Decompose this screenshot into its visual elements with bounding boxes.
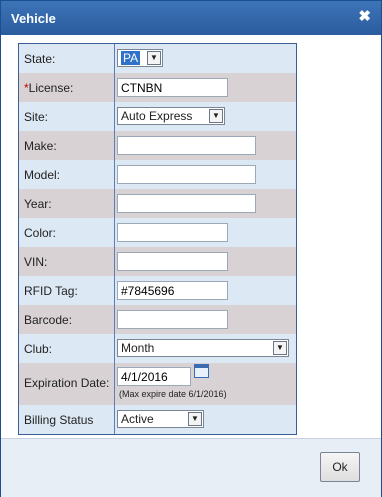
rfid-label: RFID Tag: xyxy=(24,284,78,298)
vehicle-dialog: Vehicle ✖ State: PA ▼ *License: Site: Au… xyxy=(0,0,382,497)
column-divider xyxy=(114,363,115,405)
make-input[interactable] xyxy=(117,136,256,155)
dialog-title: Vehicle xyxy=(11,11,56,26)
column-divider xyxy=(114,305,115,334)
column-divider xyxy=(114,102,115,131)
site-label: Site: xyxy=(24,110,49,124)
chevron-down-icon: ▼ xyxy=(273,341,287,355)
vin-label: VIN: xyxy=(24,255,48,269)
expiration-date-input[interactable] xyxy=(117,367,191,386)
barcode-row: Barcode: xyxy=(19,305,296,334)
column-divider xyxy=(114,131,115,160)
column-divider xyxy=(114,218,115,247)
color-row: Color: xyxy=(19,218,296,247)
rfid-input[interactable] xyxy=(117,281,228,300)
model-input[interactable] xyxy=(117,165,256,184)
vin-row: VIN: xyxy=(19,247,296,276)
expiration-hint: (Max expire date 6/1/2016) xyxy=(119,389,227,399)
billing-label: Billing Status xyxy=(24,413,94,427)
chevron-down-icon: ▼ xyxy=(188,412,202,426)
column-divider xyxy=(114,247,115,276)
make-label: Make: xyxy=(24,139,57,153)
billing-select[interactable]: Active ▼ xyxy=(117,410,204,428)
state-row: State: PA ▼ xyxy=(19,44,296,73)
close-icon[interactable]: ✖ xyxy=(358,9,371,25)
state-select[interactable]: PA ▼ xyxy=(117,49,163,67)
state-label: State: xyxy=(24,52,56,66)
expiration-row: Expiration Date: (Max expire date 6/1/20… xyxy=(19,363,296,405)
year-input[interactable] xyxy=(117,194,256,213)
license-row: *License: xyxy=(19,73,296,102)
dialog-titlebar: Vehicle ✖ xyxy=(1,1,381,35)
barcode-input[interactable] xyxy=(117,310,228,329)
rfid-row: RFID Tag: xyxy=(19,276,296,305)
ok-button[interactable]: Ok xyxy=(320,452,360,482)
column-divider xyxy=(114,276,115,305)
model-row: Model: xyxy=(19,160,296,189)
calendar-icon[interactable] xyxy=(194,364,209,378)
club-select[interactable]: Month ▼ xyxy=(117,339,289,357)
club-row: Club: Month ▼ xyxy=(19,334,296,363)
expiration-label: Expiration Date: xyxy=(24,376,110,390)
column-divider xyxy=(114,44,115,73)
license-label-text: License: xyxy=(28,81,74,95)
barcode-label: Barcode: xyxy=(24,313,73,327)
column-divider xyxy=(114,189,115,218)
state-value: PA xyxy=(121,51,141,65)
site-value: Auto Express xyxy=(121,109,193,123)
vin-input[interactable] xyxy=(117,252,228,271)
column-divider xyxy=(114,73,115,102)
color-input[interactable] xyxy=(117,223,228,242)
license-input[interactable] xyxy=(117,78,228,97)
color-label: Color: xyxy=(24,226,57,240)
year-row: Year: xyxy=(19,189,296,218)
year-label: Year: xyxy=(24,197,52,211)
site-select[interactable]: Auto Express ▼ xyxy=(117,107,225,125)
chevron-down-icon: ▼ xyxy=(209,109,223,123)
column-divider xyxy=(114,334,115,363)
chevron-down-icon: ▼ xyxy=(147,51,161,65)
site-row: Site: Auto Express ▼ xyxy=(19,102,296,131)
make-row: Make: xyxy=(19,131,296,160)
column-divider xyxy=(114,405,115,434)
billing-value: Active xyxy=(121,412,154,426)
license-label: *License: xyxy=(24,81,114,95)
model-label: Model: xyxy=(24,168,61,182)
column-divider xyxy=(114,160,115,189)
club-value: Month xyxy=(121,341,155,355)
vehicle-form: State: PA ▼ *License: Site: Auto Express… xyxy=(18,43,297,435)
expiration-control: (Max expire date 6/1/2016) xyxy=(117,364,227,399)
billing-row: Billing Status Active ▼ xyxy=(19,405,296,434)
club-label: Club: xyxy=(24,342,53,356)
